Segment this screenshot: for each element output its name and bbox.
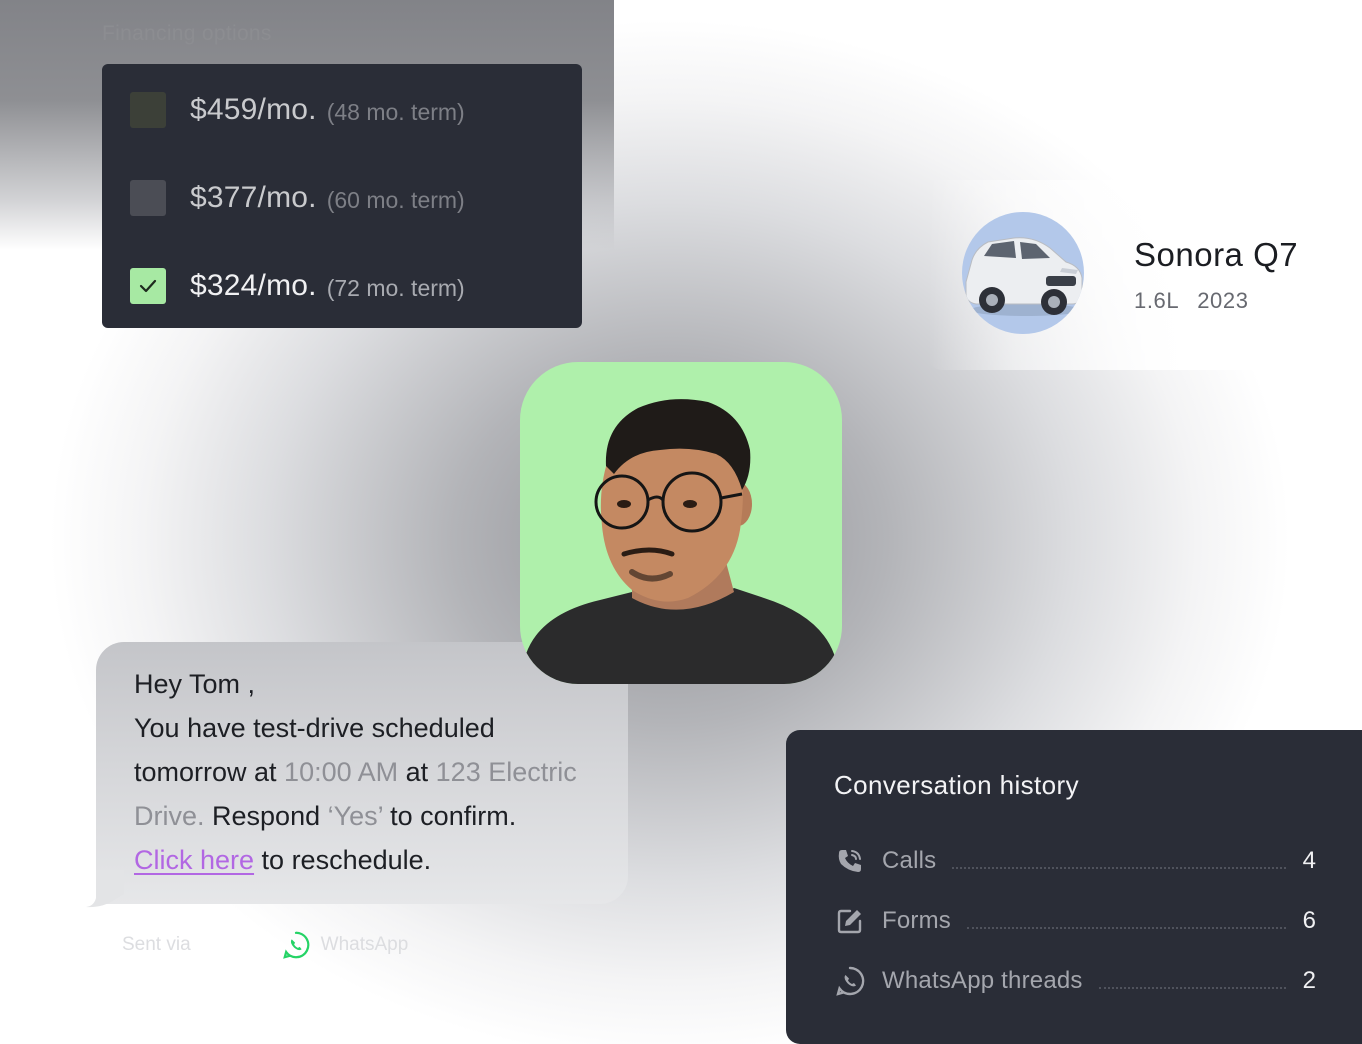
history-row-calls[interactable]: Calls 4 <box>834 844 1316 878</box>
history-row-count: 6 <box>1302 907 1316 934</box>
history-row-count: 4 <box>1302 847 1316 874</box>
dotted-leader <box>1098 987 1286 989</box>
vehicle-name: Sonora Q7 <box>1134 236 1299 273</box>
financing-option-72[interactable]: $324/mo. (72 mo. term) <box>130 266 465 306</box>
checkbox[interactable] <box>130 180 166 216</box>
person-photo <box>520 399 842 684</box>
history-row-count: 2 <box>1302 967 1316 994</box>
whatsapp-icon <box>282 931 310 959</box>
bubble-tail <box>86 870 124 908</box>
option-term: (72 mo. term) <box>326 274 465 301</box>
message-text: Hey Tom , You have test-drive scheduled … <box>134 662 614 882</box>
history-title: Conversation history <box>834 770 1079 800</box>
dotted-leader <box>952 867 1286 869</box>
conversation-history-card: Conversation history Calls 4 Forms 6 Wha… <box>786 730 1362 1044</box>
message-line: You have test-drive scheduled <box>134 713 495 743</box>
financing-option-48[interactable]: $459/mo. (48 mo. term) <box>130 90 465 130</box>
car-icon <box>965 237 1083 316</box>
car-image <box>962 212 1084 334</box>
option-price: $324/mo. <box>190 269 317 302</box>
financing-title: Financing options <box>102 22 272 45</box>
sent-via: Sent via WhatsApp <box>122 930 408 960</box>
checkbox-checked[interactable] <box>130 268 166 304</box>
financing-options-card: $459/mo. (48 mo. term) $377/mo. (60 mo. … <box>102 64 582 328</box>
form-edit-icon <box>834 905 866 937</box>
checkmark-icon <box>139 279 157 293</box>
option-term: (60 mo. term) <box>326 186 465 213</box>
option-price: $377/mo. <box>190 181 317 214</box>
message-address: Drive. <box>134 801 205 831</box>
vehicle-meta: 1.6L 2023 <box>1134 288 1249 314</box>
contact-avatar <box>520 362 842 684</box>
sent-via-channel: WhatsApp <box>320 934 409 955</box>
vehicle-year: 2023 <box>1197 288 1249 313</box>
whatsapp-icon <box>834 965 866 997</box>
message-line: Drive. Respond ‘Yes’ to confirm. <box>134 801 517 831</box>
financing-option-60[interactable]: $377/mo. (60 mo. term) <box>130 178 465 218</box>
option-term: (48 mo. term) <box>326 98 465 125</box>
history-row-whatsapp[interactable]: WhatsApp threads 2 <box>834 964 1316 998</box>
history-row-forms[interactable]: Forms 6 <box>834 904 1316 938</box>
message-line: tomorrow at 10:00 AM at 123 Electric <box>134 757 577 787</box>
history-row-label: Calls <box>882 847 937 874</box>
history-row-label: Forms <box>882 907 951 934</box>
message-line: Click here to reschedule. <box>134 845 432 875</box>
reschedule-link[interactable]: Click here <box>134 845 254 875</box>
phone-icon <box>834 845 866 877</box>
vehicle-engine: 1.6L <box>1134 288 1180 313</box>
dotted-leader <box>967 927 1286 929</box>
history-row-label: WhatsApp threads <box>882 967 1083 994</box>
message-address: 123 Electric <box>435 757 577 787</box>
message-confirm-word: ‘Yes’ <box>327 801 383 831</box>
message-time: 10:00 AM <box>284 757 399 787</box>
option-price: $459/mo. <box>190 93 317 126</box>
sent-via-label: Sent via <box>122 934 191 955</box>
checkbox[interactable] <box>130 92 166 128</box>
